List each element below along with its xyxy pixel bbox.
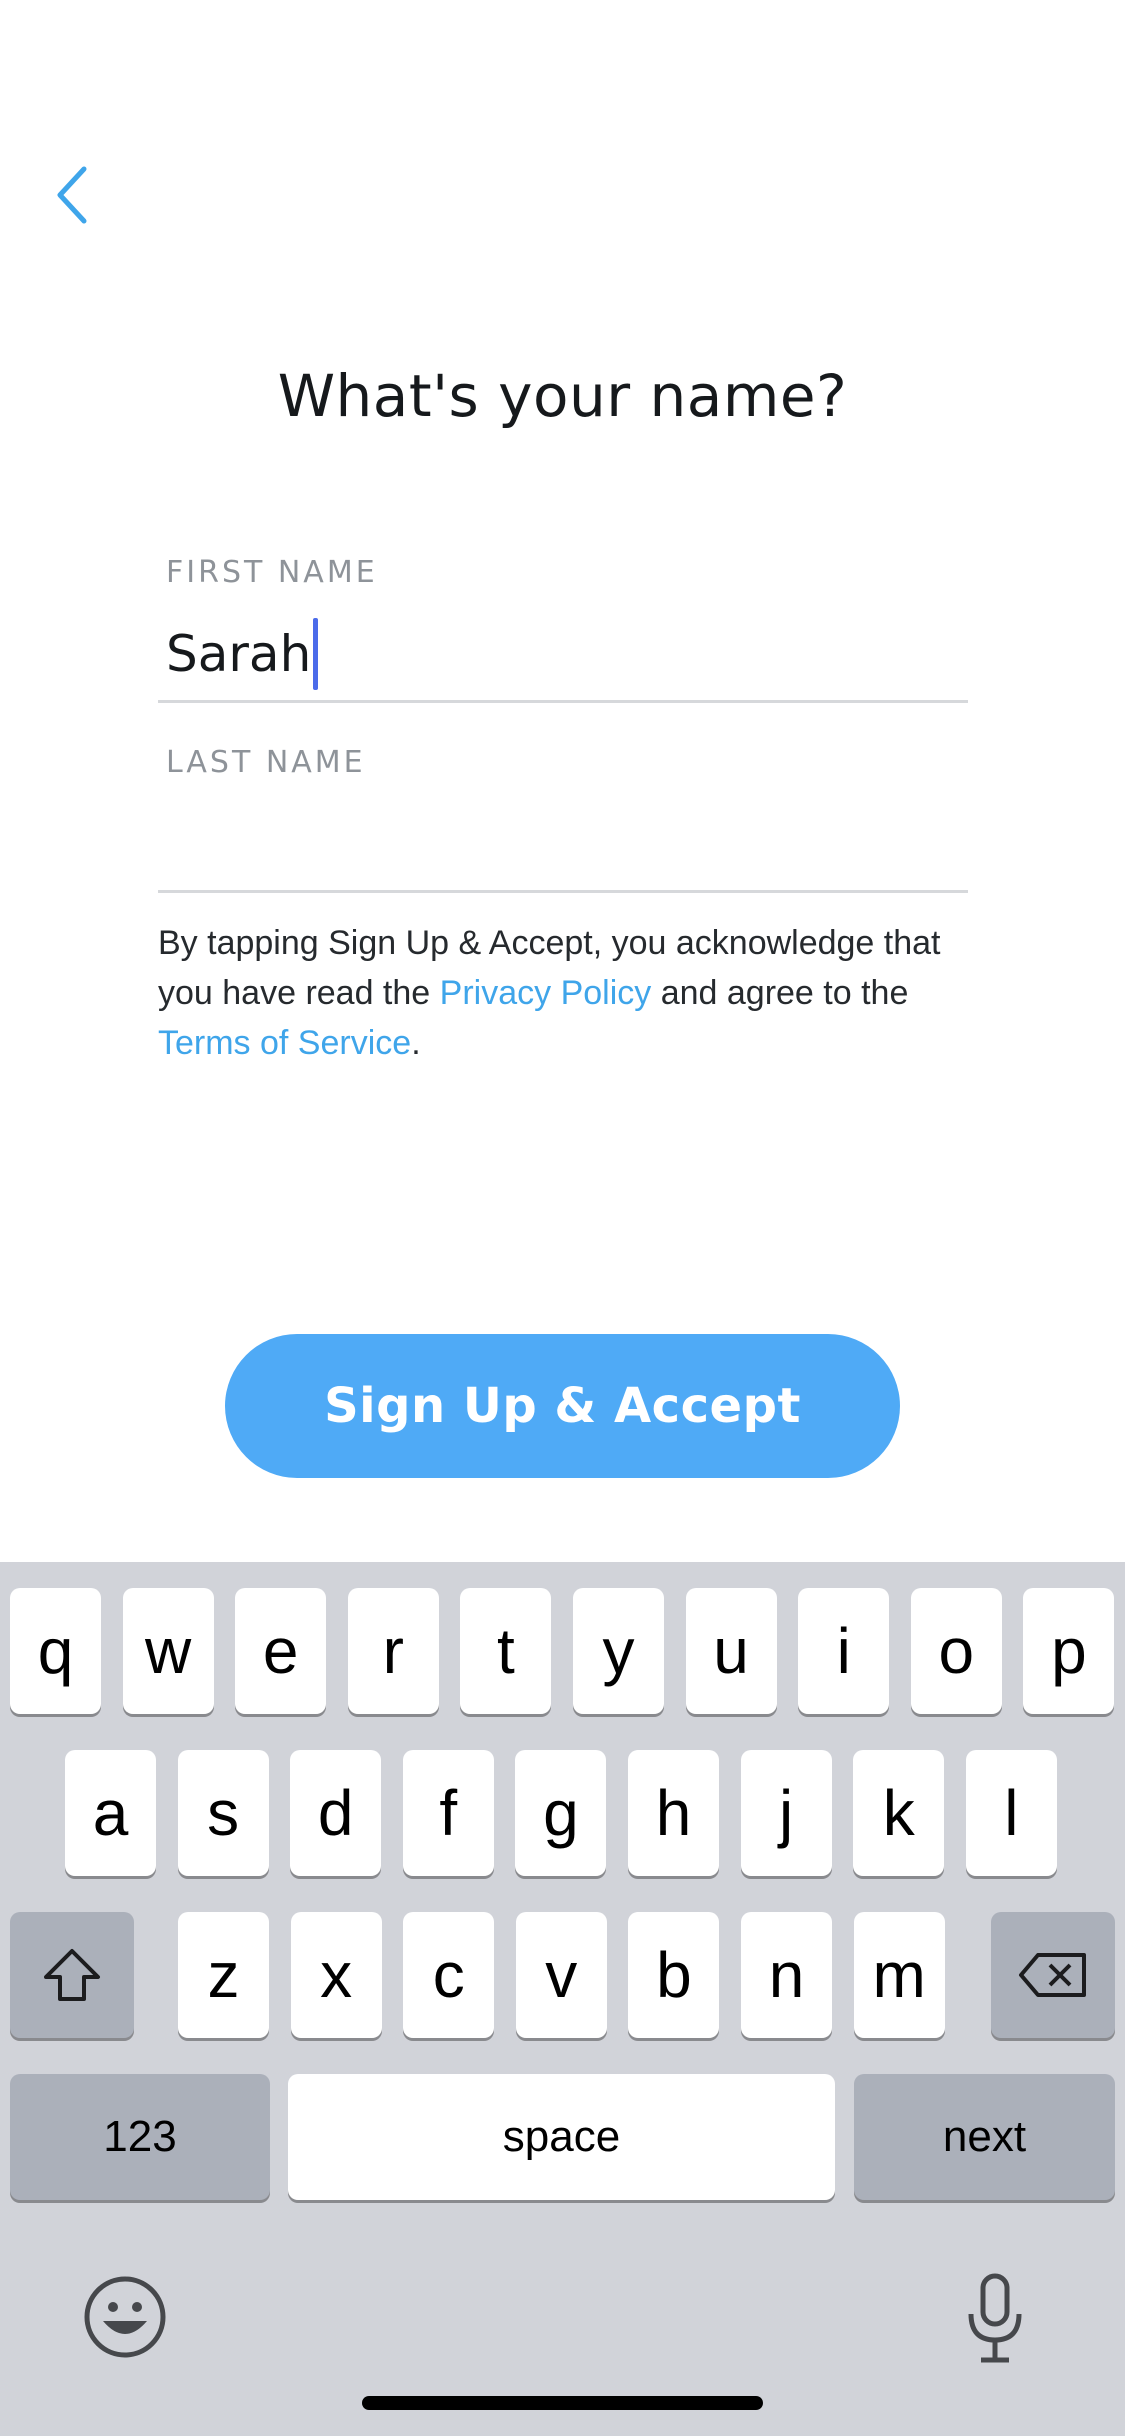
page-title: What's your name? bbox=[277, 362, 848, 430]
shift-key[interactable] bbox=[10, 1912, 134, 2038]
backspace-icon bbox=[1019, 1953, 1086, 1997]
text-caret bbox=[313, 618, 319, 690]
chevron-left-icon bbox=[57, 166, 87, 224]
last-name-input[interactable] bbox=[158, 798, 968, 890]
dictation-button[interactable] bbox=[955, 2268, 1035, 2368]
first-name-underline bbox=[158, 700, 968, 703]
key-d[interactable]: d bbox=[290, 1750, 382, 1876]
key-a[interactable]: a bbox=[65, 1750, 156, 1876]
key-k[interactable]: k bbox=[853, 1750, 945, 1876]
key-y[interactable]: y bbox=[573, 1588, 664, 1714]
privacy-policy-link[interactable]: Privacy Policy bbox=[440, 974, 652, 1012]
space-key[interactable]: space bbox=[288, 2074, 835, 2200]
first-name-value: Sarah bbox=[166, 625, 312, 683]
first-name-field[interactable]: FIRST NAME Sarah bbox=[158, 555, 968, 703]
key-i[interactable]: i bbox=[798, 1588, 890, 1714]
key-r[interactable]: r bbox=[347, 1588, 439, 1714]
first-name-label: FIRST NAME bbox=[166, 555, 378, 590]
last-name-label: LAST NAME bbox=[166, 745, 366, 780]
delete-key[interactable] bbox=[991, 1912, 1115, 2038]
sign-up-accept-button[interactable]: Sign Up & Accept bbox=[225, 1334, 900, 1478]
key-c[interactable]: c bbox=[403, 1912, 495, 2038]
shift-icon bbox=[44, 1949, 100, 2001]
legal-text: By tapping Sign Up & Accept, you acknowl… bbox=[158, 924, 941, 1062]
key-g[interactable]: g bbox=[515, 1750, 607, 1876]
key-h[interactable]: h bbox=[628, 1750, 719, 1876]
key-p[interactable]: p bbox=[1023, 1588, 1115, 1714]
last-name-field[interactable]: LAST NAME bbox=[158, 745, 968, 893]
terms-of-service-link[interactable]: Terms of Service bbox=[158, 1024, 411, 1062]
key-m[interactable]: m bbox=[853, 1912, 945, 2038]
key-x[interactable]: x bbox=[290, 1912, 382, 2038]
home-indicator bbox=[362, 2396, 763, 2410]
key-b[interactable]: b bbox=[628, 1912, 720, 2038]
emoji-button[interactable] bbox=[80, 2272, 170, 2362]
first-name-input[interactable]: Sarah bbox=[158, 608, 968, 700]
key-q[interactable]: q bbox=[10, 1588, 101, 1714]
last-name-underline bbox=[158, 890, 968, 893]
key-w[interactable]: w bbox=[122, 1588, 214, 1714]
emoji-icon bbox=[84, 2276, 166, 2358]
key-t[interactable]: t bbox=[460, 1588, 552, 1714]
key-v[interactable]: v bbox=[515, 1912, 607, 2038]
key-s[interactable]: s bbox=[177, 1750, 269, 1876]
key-l[interactable]: l bbox=[965, 1750, 1057, 1876]
key-u[interactable]: u bbox=[685, 1588, 777, 1714]
key-z[interactable]: z bbox=[178, 1912, 269, 2038]
microphone-icon bbox=[968, 2273, 1022, 2363]
key-j[interactable]: j bbox=[740, 1750, 832, 1876]
key-o[interactable]: o bbox=[910, 1588, 1002, 1714]
key-n[interactable]: n bbox=[741, 1912, 832, 2038]
back-button[interactable] bbox=[42, 160, 102, 230]
next-key[interactable]: next bbox=[854, 2074, 1115, 2200]
key-e[interactable]: e bbox=[235, 1588, 327, 1714]
key-f[interactable]: f bbox=[402, 1750, 494, 1876]
numbers-key[interactable]: 123 bbox=[10, 2074, 270, 2200]
